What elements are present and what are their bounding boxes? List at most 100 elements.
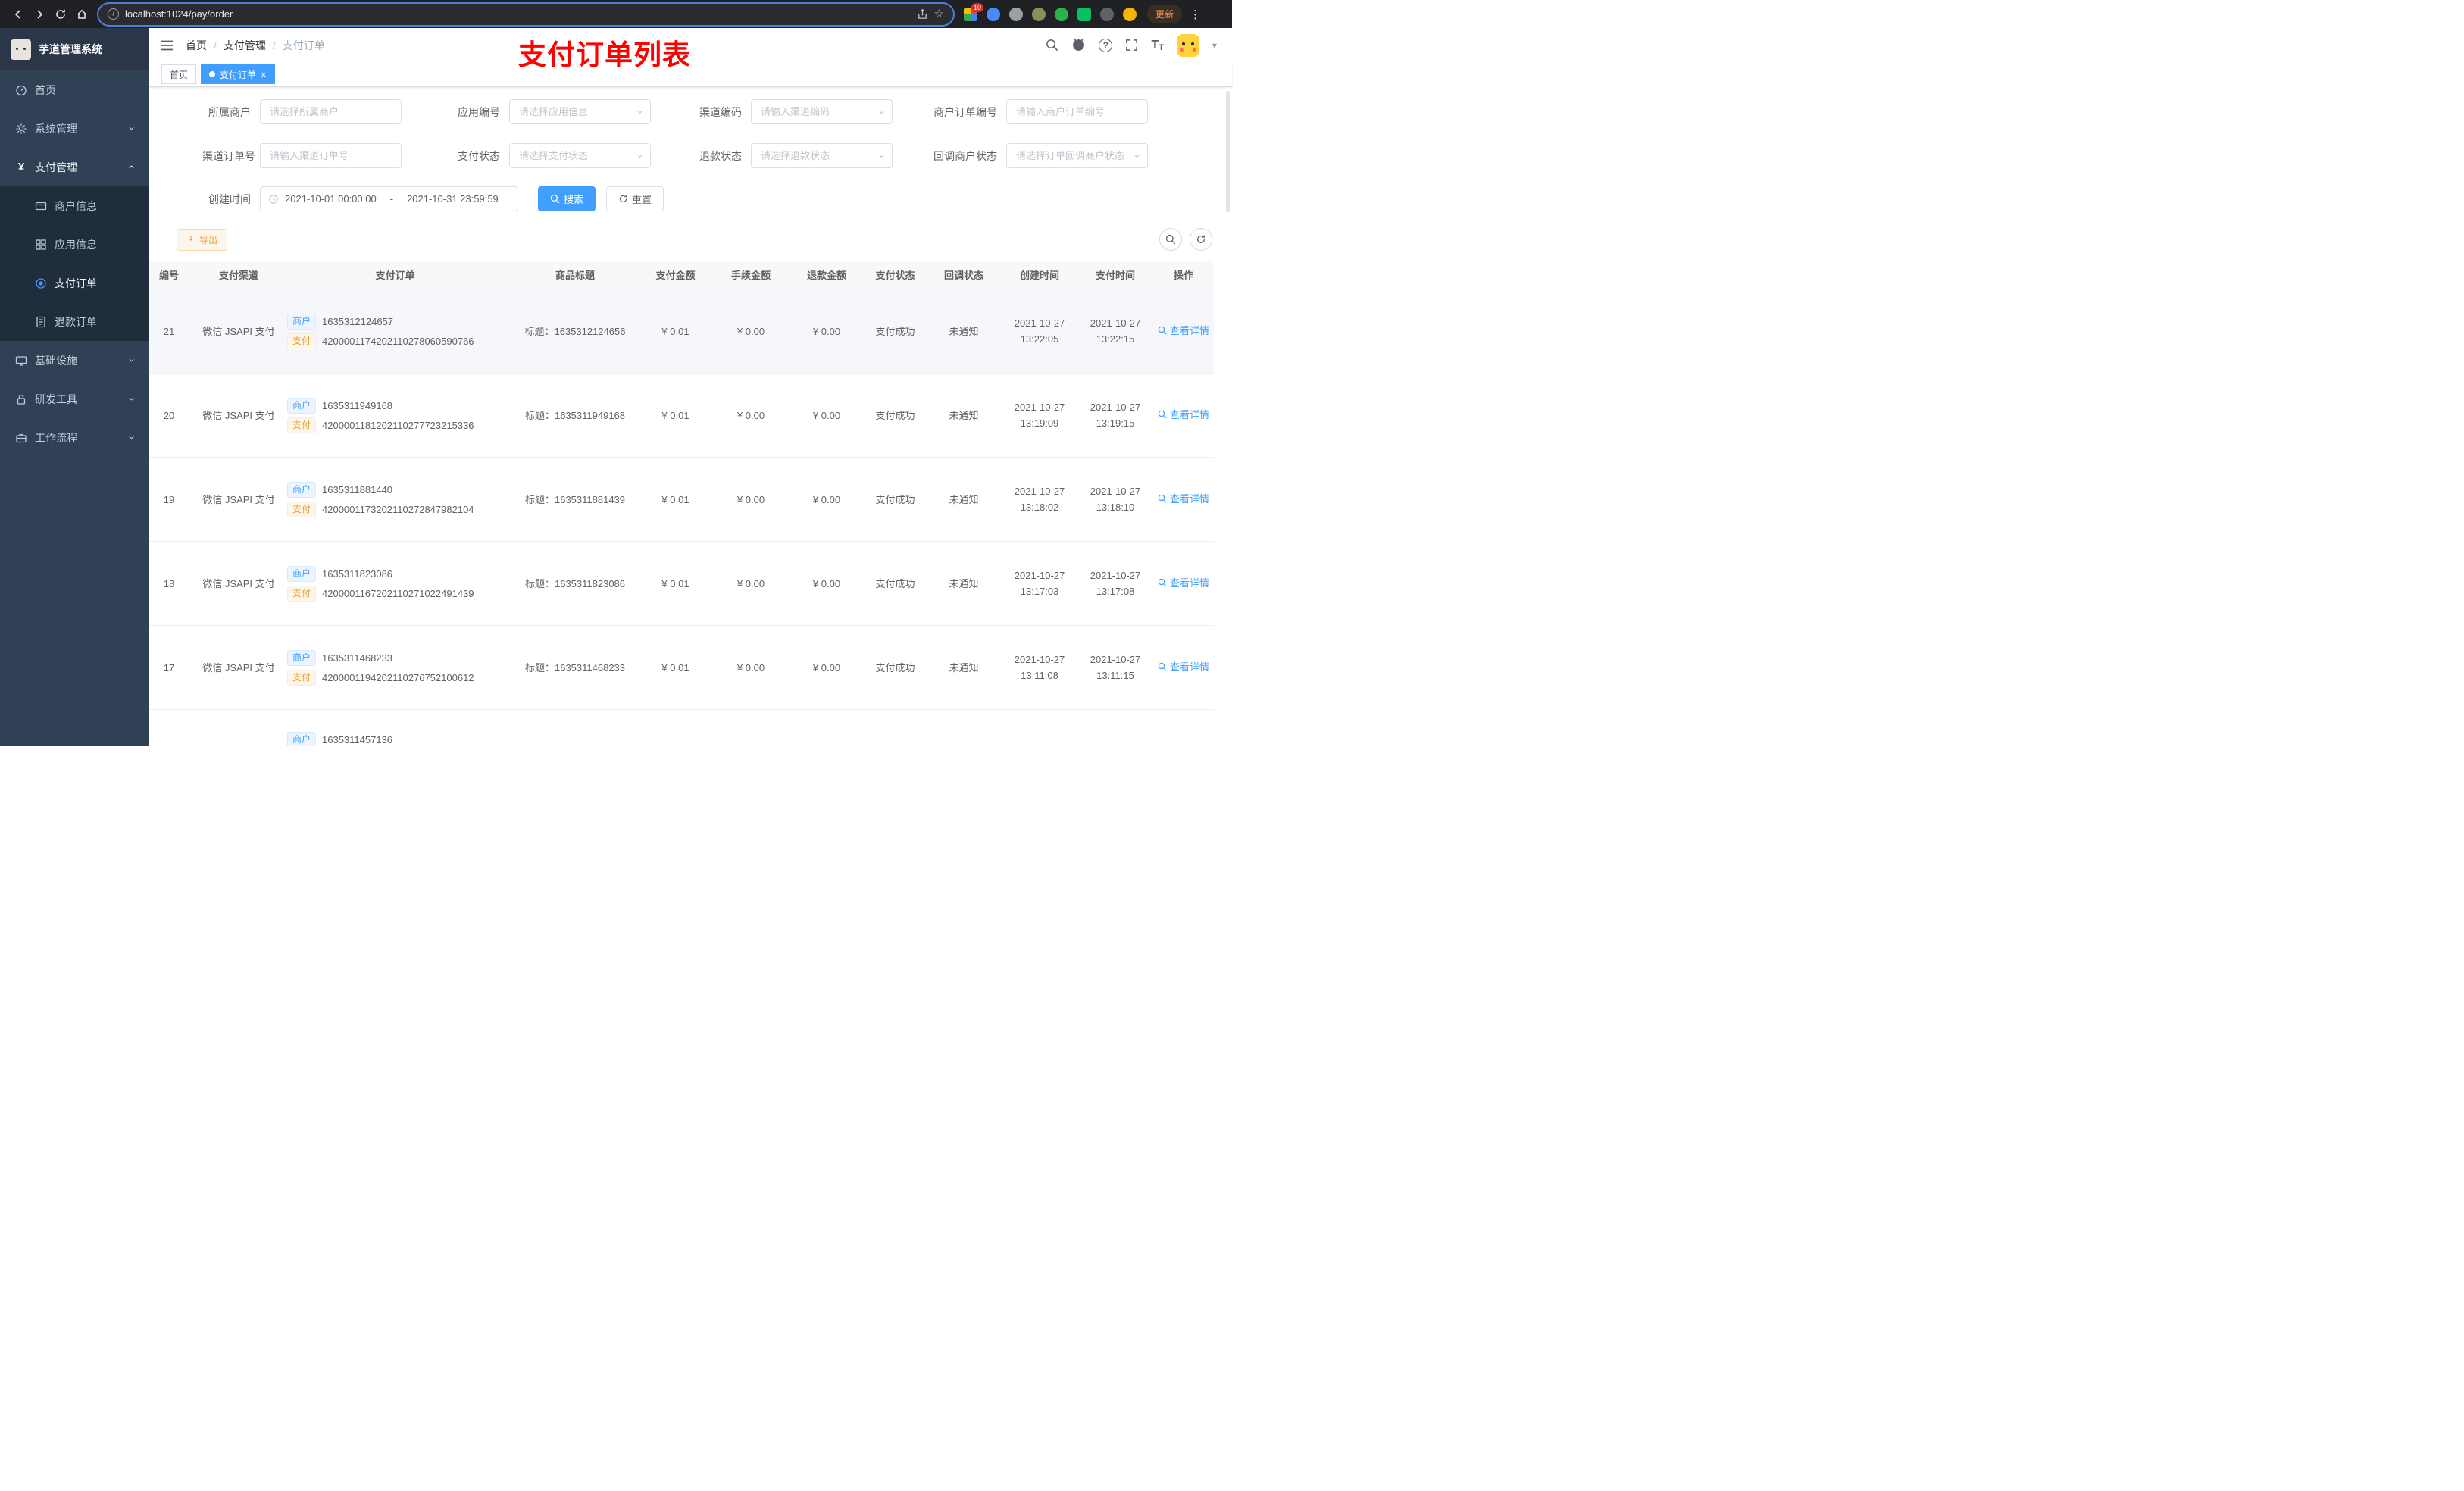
extension-icons: 10 [964, 2, 1137, 21]
briefcase-icon [16, 433, 27, 442]
cell-amount: ¥ 0.01 [661, 577, 689, 589]
extension-icon-4[interactable] [1032, 7, 1046, 21]
scrollbar[interactable] [1226, 91, 1230, 212]
breadcrumb-payment[interactable]: 支付管理 [224, 38, 266, 53]
cell-amount: ¥ 0.01 [661, 325, 689, 337]
channel-code-select[interactable] [751, 99, 893, 124]
search-icon [1158, 662, 1167, 671]
tab-home[interactable]: 首页 [161, 64, 197, 84]
extension-icon-7[interactable] [1100, 7, 1114, 21]
share-icon[interactable] [917, 8, 928, 20]
back-icon[interactable] [8, 4, 29, 25]
chevron-down-icon [636, 152, 644, 160]
sidebar-item-pay-order[interactable]: 支付订单 [0, 264, 149, 302]
page-info-icon[interactable]: i [108, 8, 119, 20]
hamburger-icon[interactable] [160, 39, 174, 52]
merchant-badge: 商户 [287, 565, 317, 582]
browser-update-button[interactable]: 更新 [1147, 5, 1183, 23]
sidebar-item-system[interactable]: 系统管理 [0, 109, 149, 148]
extension-icon-8[interactable] [1123, 7, 1137, 21]
extension-icon-2[interactable] [987, 7, 1000, 21]
refresh-icon [1197, 235, 1205, 243]
cell-channel: 微信 JSAPI 支付 [202, 661, 275, 674]
clock-icon [269, 194, 278, 204]
cell-status: 支付成功 [875, 577, 915, 589]
column-header: 支付状态 [875, 269, 915, 281]
forward-icon[interactable] [29, 4, 50, 25]
extension-icon-5[interactable] [1055, 7, 1068, 21]
refresh-table-button[interactable] [1190, 228, 1212, 251]
card-icon [35, 202, 47, 210]
chevron-down-icon [127, 356, 136, 364]
refund-status-select[interactable] [751, 143, 893, 168]
breadcrumb-home[interactable]: 首页 [186, 38, 207, 53]
view-detail-link[interactable]: 查看详情 [1158, 407, 1209, 423]
document-icon [36, 316, 45, 327]
cell-order-no: 商户 1635311468233 支付 42000011942021102767… [278, 646, 512, 689]
cell-notify: 未通知 [949, 325, 979, 337]
cell-pay-time: 2021-10-27 13:17:08 [1090, 570, 1141, 597]
cell-channel: 微信 JSAPI 支付 [202, 577, 275, 589]
cell-actions: 查看详情 [1153, 323, 1214, 340]
close-icon[interactable]: × [261, 70, 267, 80]
view-detail-link[interactable]: 查看详情 [1158, 659, 1209, 675]
cell-id: 18 [163, 577, 175, 589]
cell-id: 19 [163, 493, 175, 505]
cell-notify: 未通知 [949, 493, 979, 505]
sidebar-item-workflow[interactable]: 工作流程 [0, 418, 149, 457]
table-row: 21 微信 JSAPI 支付 商户 1635312124657 支付 42000… [149, 289, 1214, 374]
search-icon [1158, 326, 1167, 335]
extension-icon-6[interactable] [1077, 7, 1091, 21]
view-detail-link[interactable]: 查看详情 [1158, 491, 1209, 507]
sidebar-item-dev-tools[interactable]: 研发工具 [0, 380, 149, 418]
sidebar-item-merchant-info[interactable]: 商户信息 [0, 186, 149, 225]
merchant-order-no-input[interactable] [1006, 99, 1148, 124]
toggle-search-button[interactable] [1159, 228, 1182, 251]
merchant-input[interactable] [260, 99, 402, 124]
pay-status-select[interactable] [509, 143, 651, 168]
chevron-down-icon [1133, 152, 1141, 160]
avatar[interactable] [1176, 33, 1199, 57]
lock-icon [17, 394, 26, 405]
tab-pay-order[interactable]: 支付订单 × [201, 64, 275, 84]
logo-image [11, 39, 31, 60]
app-id-select[interactable] [509, 99, 651, 124]
github-icon[interactable] [1071, 38, 1086, 52]
table-row: 19 微信 JSAPI 支付 商户 1635311881440 支付 42000… [149, 458, 1214, 542]
view-detail-link[interactable]: 查看详情 [1158, 323, 1209, 339]
cell-status: 支付成功 [875, 661, 915, 674]
extension-icon-3[interactable] [1009, 7, 1023, 21]
sidebar-item-home[interactable]: 首页 [0, 70, 149, 109]
pay-badge: 支付 [287, 417, 317, 433]
address-bar[interactable]: i localhost:1024/pay/order ☆ [98, 3, 953, 25]
reset-button[interactable]: 重置 [606, 186, 664, 211]
help-icon[interactable]: ? [1099, 38, 1113, 52]
browser-menu-icon[interactable]: ⋮ [1190, 8, 1201, 21]
sidebar-item-refund-order[interactable]: 退款订单 [0, 302, 149, 341]
create-time-range-picker[interactable]: 2021-10-01 00:00:00 - 2021-10-31 23:59:5… [260, 186, 518, 211]
header-search-icon[interactable] [1046, 39, 1058, 52]
font-size-icon[interactable]: TT [1151, 39, 1164, 52]
fullscreen-icon[interactable] [1125, 39, 1138, 52]
sidebar-item-infra[interactable]: 基础设施 [0, 341, 149, 380]
search-button[interactable]: 搜索 [538, 186, 596, 211]
notify-status-select[interactable] [1006, 143, 1148, 168]
home-icon[interactable] [71, 4, 92, 25]
cell-id: 20 [163, 409, 175, 421]
merchant-badge: 商户 [287, 732, 317, 746]
export-button[interactable]: 导出 [177, 228, 228, 251]
sidebar-item-payment[interactable]: ¥ 支付管理 [0, 148, 149, 186]
grid-icon [36, 239, 46, 250]
chevron-down-icon [127, 433, 136, 442]
pay-badge: 支付 [287, 333, 317, 349]
avatar-caret-icon[interactable]: ▾ [1212, 40, 1217, 51]
extension-icon-1[interactable]: 10 [964, 2, 983, 21]
cell-order-no: 商户 1635312124657 支付 42000011742021102780… [278, 310, 512, 353]
sidebar-item-app-info[interactable]: 应用信息 [0, 225, 149, 264]
channel-order-no-input[interactable] [260, 143, 402, 168]
view-detail-link[interactable]: 查看详情 [1158, 575, 1209, 591]
reload-icon[interactable] [50, 4, 71, 25]
cell-channel: 微信 JSAPI 支付 [202, 409, 275, 421]
bookmark-star-icon[interactable]: ☆ [934, 8, 944, 20]
table-row: 17 微信 JSAPI 支付 商户 1635311468233 支付 42000… [149, 626, 1214, 710]
